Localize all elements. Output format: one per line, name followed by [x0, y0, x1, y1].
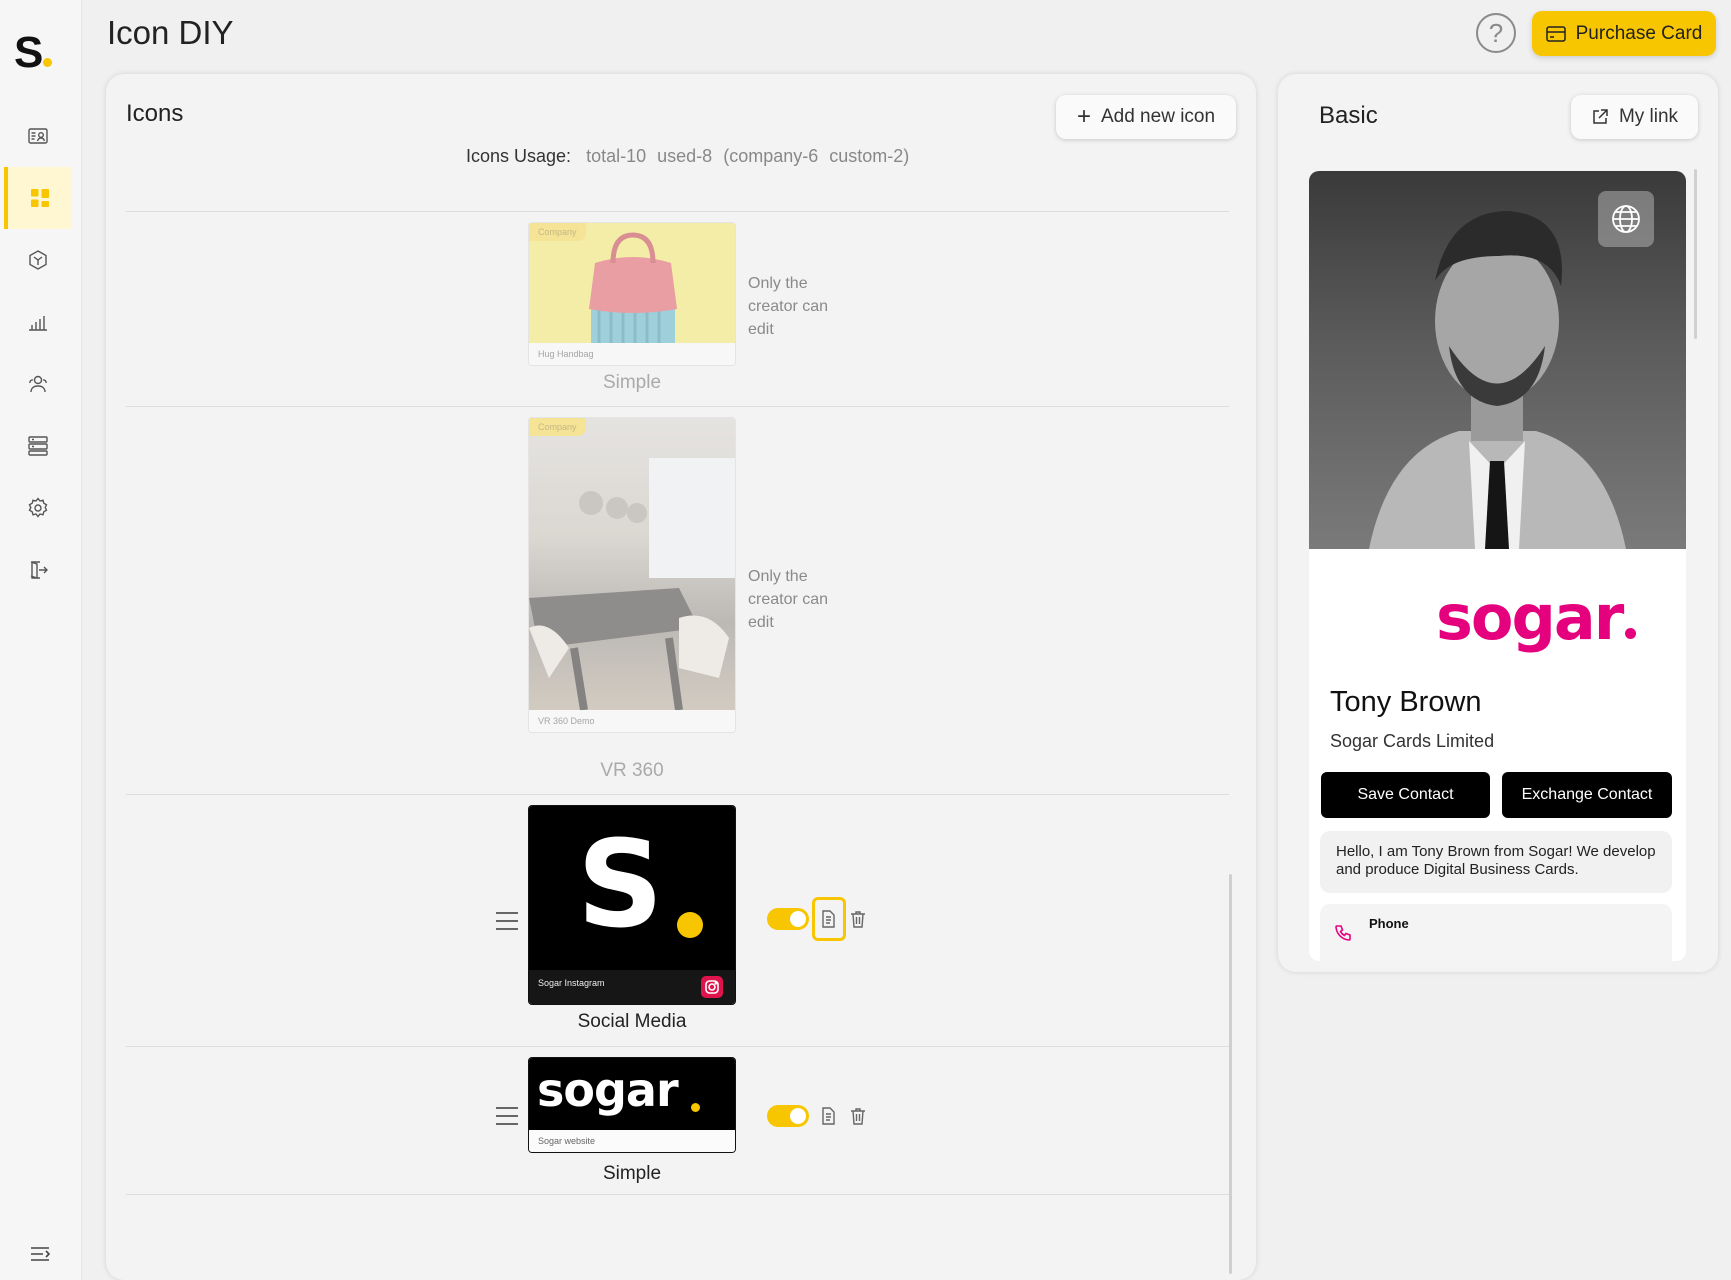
- dashboard-grid-icon: [31, 189, 49, 207]
- icon-type-label: Social Media: [577, 1011, 687, 1032]
- trash-icon[interactable]: [848, 909, 868, 929]
- icon-thumbnail[interactable]: S Sogar Instagram: [528, 805, 736, 1005]
- users-icon: [29, 375, 47, 393]
- profile-photo: [1309, 171, 1686, 549]
- purchase-card-button[interactable]: Purchase Card: [1532, 11, 1716, 56]
- sidebar-item-icons[interactable]: [4, 167, 72, 229]
- company-tag: Company: [529, 418, 586, 436]
- save-contact-button[interactable]: Save Contact: [1321, 772, 1490, 818]
- icon-type-label: VR 360: [600, 760, 664, 781]
- icon-caption: VR 360 Demo: [529, 710, 735, 732]
- server-icon: [28, 436, 48, 456]
- sidebar-item-cube[interactable]: [4, 229, 72, 291]
- website-logo-text: sogar: [537, 1063, 679, 1117]
- trash-icon[interactable]: [848, 1106, 868, 1126]
- usage-custom: custom-2): [829, 146, 910, 166]
- social-logo-text: S: [577, 816, 664, 955]
- handbag-image: Company: [529, 223, 735, 343]
- gear-icon: [28, 497, 48, 518]
- creator-note: Only the creator can edit: [748, 275, 829, 338]
- cube-icon: [29, 250, 47, 270]
- sidebar-item-users[interactable]: [4, 353, 72, 415]
- collapse-menu-icon[interactable]: [30, 1246, 50, 1262]
- purchase-card-label: Purchase Card: [1575, 22, 1703, 44]
- contact-card-icon: [28, 128, 48, 144]
- icons-scrollbar[interactable]: [1229, 874, 1232, 1274]
- social-logo-image: S: [529, 806, 735, 970]
- icon-row: S Sogar Instagram Social Media: [126, 794, 1229, 1046]
- sidebar-item-server[interactable]: [4, 415, 72, 477]
- vr-room-image: Company: [529, 418, 735, 711]
- icon-row: Company VR 360 Demo Only the creator can…: [126, 406, 1229, 794]
- credit-card-icon: [1545, 25, 1566, 42]
- my-link-label: My link: [1618, 106, 1679, 127]
- plus-icon: +: [1076, 103, 1091, 130]
- copy-icon[interactable]: [819, 909, 839, 929]
- contact-company: Sogar Cards Limited: [1330, 731, 1495, 751]
- phone-label: Phone: [1369, 916, 1409, 931]
- logout-icon: [30, 561, 48, 579]
- help-button[interactable]: ?: [1476, 13, 1516, 53]
- globe-icon: [1612, 205, 1640, 233]
- phone-contact-row[interactable]: Phone: [1320, 904, 1672, 961]
- brand-logo: sogar: [1436, 581, 1637, 654]
- website-link-button[interactable]: [1598, 191, 1654, 247]
- preview-scrollbar[interactable]: [1694, 169, 1697, 339]
- sidebar: S: [0, 0, 82, 1280]
- page-title: Icon DIY: [107, 14, 234, 51]
- icons-panel-title: Icons: [126, 100, 184, 127]
- row-divider: [126, 1194, 1229, 1195]
- icon-row: sogar Sogar website Simple: [126, 1046, 1229, 1194]
- icon-row: Company Hug Handbag Only the creator can…: [126, 211, 1229, 406]
- drag-handle-icon[interactable]: [496, 1107, 518, 1125]
- icon-thumbnail: Company Hug Handbag: [528, 222, 736, 366]
- enable-toggle[interactable]: [767, 908, 809, 930]
- icon-type-label: Simple: [602, 372, 662, 393]
- icon-thumbnail[interactable]: sogar Sogar website: [528, 1057, 736, 1153]
- external-link-icon: [1593, 109, 1608, 124]
- usage-total: total-10: [586, 146, 647, 166]
- copy-icon[interactable]: [819, 1106, 839, 1126]
- usage-label: Icons Usage:: [466, 146, 572, 166]
- card-preview: sogar Tony Brown Sogar Cards Limited Sav…: [1309, 171, 1686, 961]
- icon-thumbnail: Company VR 360 Demo: [528, 417, 736, 733]
- app-logo[interactable]: S: [14, 28, 53, 78]
- exchange-contact-button[interactable]: Exchange Contact: [1502, 772, 1672, 818]
- bar-chart-icon: [29, 316, 47, 331]
- usage-used: used-8: [657, 146, 713, 166]
- icon-caption-text: Sogar Instagram: [538, 978, 605, 988]
- website-logo-image: sogar: [529, 1058, 735, 1130]
- sidebar-item-settings[interactable]: [4, 477, 72, 539]
- about-text: Hello, I am Tony Brown from Sogar! We de…: [1320, 831, 1672, 893]
- enable-toggle[interactable]: [767, 1105, 809, 1127]
- icon-caption: Sogar website: [529, 1130, 735, 1152]
- icon-caption: Sogar Instagram: [529, 970, 735, 1004]
- preview-title: Basic: [1319, 102, 1378, 129]
- instagram-icon: [701, 976, 723, 998]
- my-link-button[interactable]: My link: [1571, 95, 1698, 139]
- contact-name: Tony Brown: [1330, 686, 1482, 718]
- sidebar-item-logout[interactable]: [4, 539, 72, 601]
- icons-usage: Icons Usage: total-10 used-8 (company-6 …: [466, 146, 909, 167]
- add-new-icon-label: Add new icon: [1100, 106, 1216, 127]
- add-new-icon-button[interactable]: + Add new icon: [1056, 95, 1236, 139]
- icons-panel: Icons + Add new icon Icons Usage: total-…: [106, 74, 1256, 1280]
- sidebar-item-analytics[interactable]: [4, 291, 72, 353]
- preview-panel: Basic My link sogar Tony Brown Sogar Car…: [1278, 74, 1718, 972]
- drag-handle-icon[interactable]: [496, 912, 518, 930]
- usage-company: (company-6: [723, 146, 819, 166]
- icon-type-label: Simple: [602, 1163, 662, 1184]
- company-tag: Company: [529, 223, 586, 241]
- sidebar-item-contact[interactable]: [4, 105, 72, 167]
- help-icon: ?: [1488, 17, 1504, 48]
- phone-icon: [1335, 925, 1351, 941]
- icon-caption: Hug Handbag: [529, 343, 735, 365]
- creator-note: Only the creator can edit: [748, 568, 829, 631]
